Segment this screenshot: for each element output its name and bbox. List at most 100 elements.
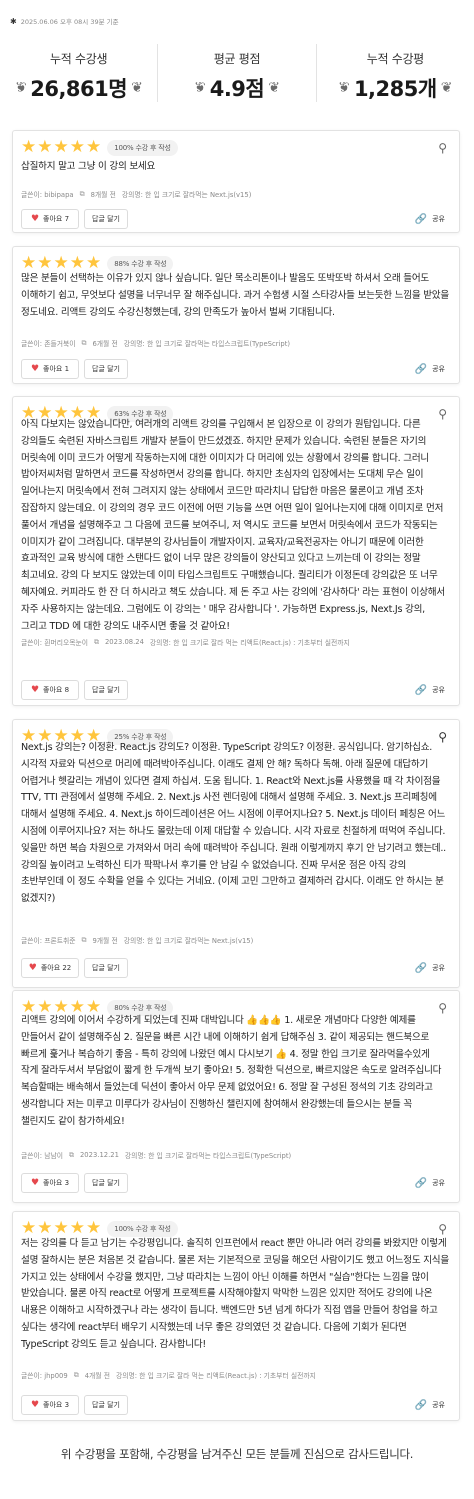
link-icon: 🔗 [414,684,428,696]
review-actions: ♥ 좋아요 8 답글 달기 🔗 공유 [21,680,451,700]
laurel-left-icon: ❦ [193,80,206,96]
review-actions: ♥ 좋아요 3 답글 달기 🔗 공유 [21,1173,451,1193]
heart-icon: ♥ [30,214,40,224]
date: 8개월 전 [90,191,116,199]
pin-icon[interactable]: ⚲ [438,141,447,155]
review-card: ★ ★ ★ ★ ★ 80% 수강 후 작성 ⚲ 리액트 강의에 이어서 수강하게 되었는… [12,990,460,1203]
like-button[interactable]: ♥ 좋아요 7 [21,209,79,229]
like-button[interactable]: ♥ 좋아요 22 [21,958,79,978]
author: 글쓴이: 존들거북이 [21,340,76,348]
review-actions: ♥ 좋아요 22 답글 달기 🔗 공유 [21,958,451,978]
reply-button[interactable]: 답글 달기 [84,209,128,229]
pin-icon[interactable]: ⚲ [438,1222,447,1236]
course-name: 강의명: 한 입 크기로 잘라 먹는 리액트(React.js) : 기초부터 … [149,639,350,647]
heart-icon: ♥ [30,364,40,374]
laurel-right-icon: ❦ [268,80,280,96]
heart-icon: ♥ [30,1400,40,1410]
date: 2023.08.24 [104,638,144,646]
like-button[interactable]: ♥ 좋아요 1 [21,359,79,379]
review-card: ★ ★ ★ ★ ★ 25% 수강 후 작성 ⚲ Next.js 강의는? 이정환. Re… [12,719,460,988]
stat-label: 평균 평점 [213,52,261,66]
review-text: 삽질하지 말고 그냥 이 강의 보세요 [21,161,156,172]
author: 글쓴이: 남남이 [21,1152,63,1160]
timestamp: ✱ 2025.06.06 오후 08시 39분 기준 [10,16,119,27]
review-card: ★ ★ ★ ★ ★ 88% 수강 후 작성 많은 분들이 선택하는 이유가 있지 않나 … [12,246,460,384]
asterisk-icon: ✱ [10,16,17,26]
review-text: 저는 강의를 다 듣고 남기는 수강평입니다. 솔직히 인프런에서 react … [21,1238,449,1350]
link-icon: 🔗 [414,962,428,974]
rating-stars: ★ ★ ★ ★ ★ [21,1218,102,1238]
stats-bar: 누적 수강생 ❦ 26,861명 ❦ 평균 평점 ❦ 4.9점 ❦ 누적 수강평… [0,44,474,102]
copy-icon[interactable]: ⧉ [81,339,86,348]
stat-value: 4.9점 [209,77,265,101]
rating-stars: ★ ★ ★ ★ ★ [21,253,102,273]
like-button[interactable]: ♥ 좋아요 3 [21,1395,79,1415]
share-button[interactable]: 🔗 공유 [415,209,445,229]
heart-icon: ♥ [28,963,37,973]
share-button[interactable]: 🔗 공유 [415,680,445,700]
review-card: ★ ★ ★ ★ ★ 63% 수강 후 작성 ⚲ 아직 다보지는 않았습니다만, 여러개의… [12,396,460,706]
copy-icon[interactable]: ⧉ [69,1151,74,1160]
reply-button[interactable]: 답글 달기 [84,359,128,379]
course-name: 강의명: 한 입 크기로 잘라먹는 Next.js(v15) [121,191,252,199]
date: 2023.12.21 [79,1151,119,1159]
link-icon: 🔗 [414,213,428,225]
like-button[interactable]: ♥ 좋아요 3 [21,1173,79,1193]
copy-icon[interactable]: ⧉ [94,638,99,647]
heart-icon: ♥ [30,685,40,695]
reply-button[interactable]: 답글 달기 [84,680,128,700]
course-name: 강의명: 한 입 크기로 잘라 먹는 리액트(React.js) : 기초부터 … [115,1372,316,1380]
reply-button[interactable]: 답글 달기 [84,1395,128,1415]
course-name: 강의명: 한 입 크기로 잘라먹는 타입스크립트(TypeScript) [123,340,291,348]
review-text: 아직 다보지는 않았습니다만, 여러개의 리액트 강의를 구입해서 본 입장으로… [21,419,445,632]
laurel-right-icon: ❦ [440,80,453,96]
stat-value: 26,861명 [30,77,128,101]
review-meta: 글쓴이: 프론트취준 ⧉ 9개월 전 강의명: 한 입 크기로 잘라먹는 Nex… [21,935,451,946]
course-name: 강의명: 한 입 크기로 잘라먹는 타입스크립트(TypeScript) [124,1152,292,1160]
author: 글쓴이: jhp009 [21,1372,68,1380]
review-meta: 글쓴이: jhp009 ⧉ 4개월 전 강의명: 한 입 크기로 잘라 먹는 리… [21,1370,451,1381]
thanks-message: 위 수강평을 포함해, 수강평을 남겨주신 모든 분들께 진심으로 감사드립니다… [60,1447,414,1461]
share-button[interactable]: 🔗 공유 [415,1173,445,1193]
progress-badge: 100% 수강 후 작성 [107,1220,178,1237]
date: 6개월 전 [92,340,118,348]
review-meta: 글쓴이: 존들거북이 ⧉ 6개월 전 강의명: 한 입 크기로 잘라먹는 타입스… [21,338,451,349]
review-text: 많은 분들이 선택하는 이유가 있지 않나 싶습니다. 일단 목소리톤이나 발음… [21,273,449,318]
share-button[interactable]: 🔗 공유 [415,958,445,978]
heart-icon: ♥ [30,1178,40,1188]
copy-icon[interactable]: ⧉ [80,190,85,199]
stat-label: 누적 수강평 [366,52,425,66]
reply-button[interactable]: 답글 달기 [84,958,128,978]
review-card: ★ ★ ★ ★ ★ 100% 수강 후 작성 ⚲ 삽질하지 말고 그냥 이 강의 보세요… [12,130,460,233]
share-button[interactable]: 🔗 공유 [415,1395,445,1415]
stat-rating: 평균 평점 ❦ 4.9점 ❦ [157,44,315,102]
date: 9개월 전 [92,937,118,945]
review-meta: 글쓴이: 남남이 ⧉ 2023.12.21 강의명: 한 입 크기로 잘라먹는 … [21,1150,451,1161]
review-meta: 글쓴이: bibipapa ⧉ 8개월 전 강의명: 한 입 크기로 잘라먹는 … [21,189,451,200]
copy-icon[interactable]: ⧉ [74,1371,79,1380]
author: 글쓴이: bibipapa [21,191,74,199]
laurel-right-icon: ❦ [131,80,143,96]
share-button[interactable]: 🔗 공유 [415,359,445,379]
copy-icon[interactable]: ⧉ [81,936,86,945]
laurel-left-icon: ❦ [14,80,27,96]
date: 4개월 전 [84,1372,110,1380]
timestamp-text: 2025.06.06 오후 08시 39분 기준 [20,18,119,26]
progress-badge: 100% 수강 후 작성 [107,139,178,156]
review-actions: ♥ 좋아요 1 답글 달기 🔗 공유 [21,359,451,379]
stat-label: 누적 수강생 [50,52,108,66]
progress-badge: 88% 수강 후 작성 [107,255,174,272]
link-icon: 🔗 [414,363,428,375]
link-icon: 🔗 [414,1177,428,1189]
review-actions: ♥ 좋아요 7 답글 달기 🔗 공유 [21,209,451,229]
review-meta: 글쓴이: 흰머리오목눈이 ⧉ 2023.08.24 강의명: 한 입 크기로 잘… [21,637,451,648]
author: 글쓴이: 프론트취준 [21,937,76,945]
review-card: ★ ★ ★ ★ ★ 100% 수강 후 작성 ⚲ 저는 강의를 다 듣고 남기는 수강평… [12,1211,460,1421]
review-actions: ♥ 좋아요 3 답글 달기 🔗 공유 [21,1395,451,1415]
like-button[interactable]: ♥ 좋아요 8 [21,680,79,700]
review-text: Next.js 강의는? 이정환. React.js 강의도? 이정환. Typ… [21,742,446,905]
reply-button[interactable]: 답글 달기 [84,1173,128,1193]
review-text: 리액트 강의에 이어서 수강하게 되었는데 진짜 대박입니다 👍👍👍 1. 새로… [21,1015,442,1127]
stat-reviews: 누적 수강평 ❦ 1,285개 ❦ [315,44,474,102]
course-name: 강의명: 한 입 크기로 잘라먹는 Next.js(v15) [123,937,254,945]
